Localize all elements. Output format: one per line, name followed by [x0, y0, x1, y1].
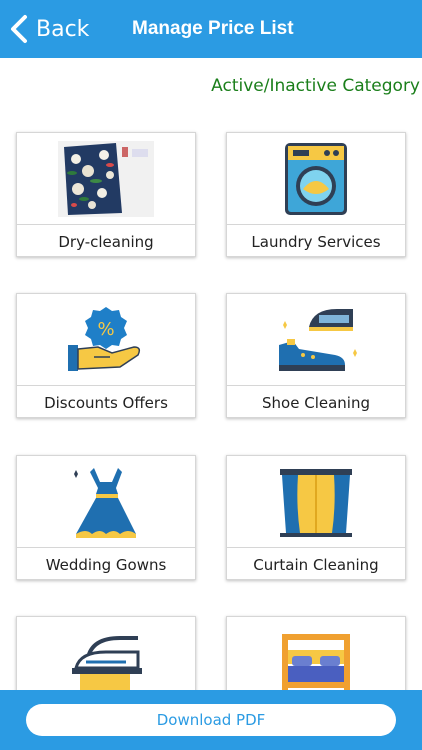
active-inactive-category-link[interactable]: Active/Inactive Category	[211, 76, 420, 96]
footer-bar: Download PDF	[0, 690, 422, 750]
curtain-icon	[280, 468, 352, 537]
nav-bar: Back Manage Price List	[0, 0, 422, 58]
category-card-shoe-cleaning[interactable]: Shoe Cleaning	[226, 293, 406, 418]
discount-hand-icon: %	[68, 306, 141, 371]
washing-machine-icon	[285, 142, 347, 215]
back-button[interactable]: Back	[8, 12, 89, 46]
dress-icon	[74, 467, 136, 538]
category-card-dry-cleaning[interactable]: Dry-cleaning	[16, 132, 196, 257]
category-label: Curtain Cleaning	[253, 555, 379, 574]
clothing-photo-icon	[58, 140, 154, 217]
page-title: Manage Price List	[132, 18, 294, 39]
category-card-discounts-offers[interactable]: % Discounts Offers	[16, 293, 196, 418]
download-pdf-button[interactable]: Download PDF	[26, 704, 396, 736]
category-label: Wedding Gowns	[45, 555, 167, 574]
category-card-wedding-gowns[interactable]: Wedding Gowns	[16, 455, 196, 580]
category-card-laundry-services[interactable]: Laundry Services	[226, 132, 406, 257]
category-card-curtain-cleaning[interactable]: Curtain Cleaning	[226, 455, 406, 580]
bed-icon	[282, 633, 350, 694]
shoe-iron-icon	[279, 308, 357, 371]
category-label: Discounts Offers	[44, 393, 168, 412]
category-label: Shoe Cleaning	[262, 393, 370, 412]
chevron-left-icon	[11, 15, 27, 43]
ironing-icon	[72, 635, 142, 692]
back-label: Back	[36, 16, 90, 42]
svg-text:%: %	[97, 319, 114, 340]
category-label: Laundry Services	[251, 232, 381, 251]
category-label: Dry-cleaning	[58, 232, 154, 251]
